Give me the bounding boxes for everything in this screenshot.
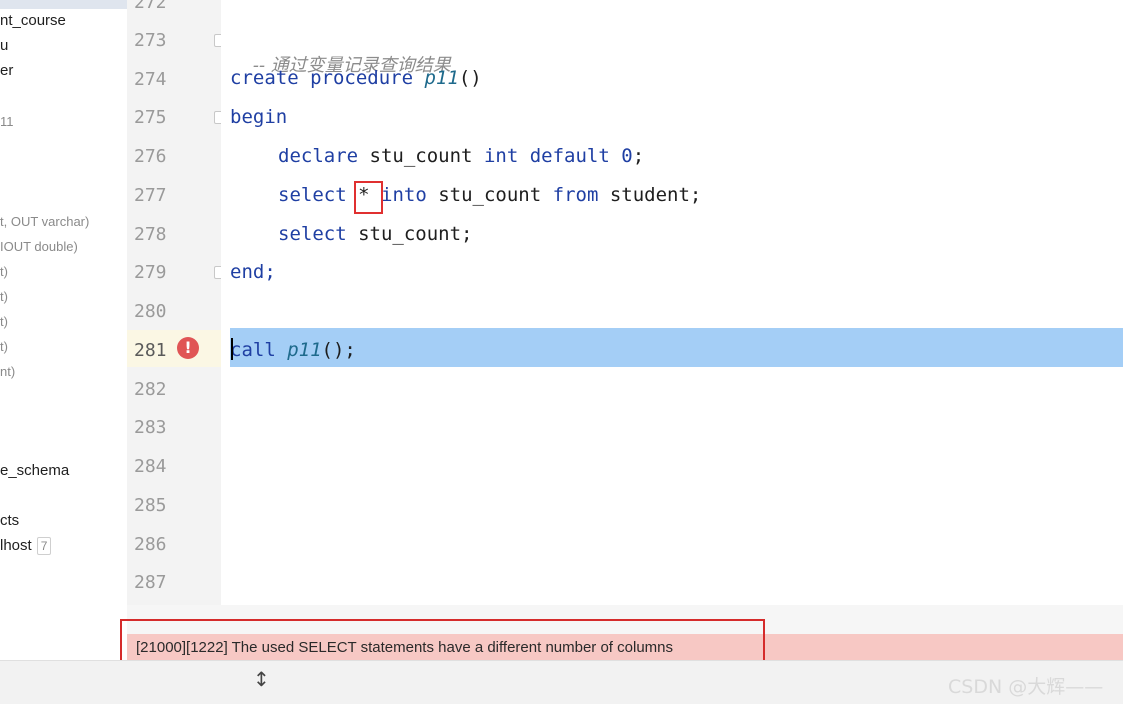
resize-handle-icon[interactable]: ↕ — [253, 667, 270, 691]
keyword: into — [381, 184, 427, 206]
keyword: declare — [278, 145, 359, 167]
tree-item-label: lhost — [0, 537, 32, 554]
line-number: 282 — [134, 379, 167, 400]
table-name: student; — [609, 184, 702, 206]
code-line-274: create procedure p11() — [230, 67, 482, 89]
keyword: select — [278, 184, 347, 206]
code-line-278: select stu_count; — [278, 223, 472, 245]
line-number: 275 — [134, 107, 167, 128]
keyword: create procedure — [230, 67, 414, 89]
variable: stu_count — [438, 184, 542, 206]
annotation-box-star — [354, 181, 383, 214]
punct: () — [458, 67, 482, 89]
code-line-277: select * into stu_count from student; — [278, 184, 701, 206]
keyword: select — [278, 223, 347, 245]
line-number: 286 — [134, 534, 167, 555]
tree-item[interactable]: er — [0, 62, 13, 79]
error-icon[interactable]: ! — [177, 337, 199, 359]
tree-item[interactable]: t, OUT varchar) — [0, 214, 89, 229]
line-number: 284 — [134, 456, 167, 477]
tree-item[interactable]: nt) — [0, 364, 15, 379]
line-number: 274 — [134, 69, 167, 90]
text-caret — [231, 338, 233, 360]
keyword: call — [230, 339, 276, 361]
number: 0 — [621, 145, 633, 167]
code-line-275: begin — [230, 106, 287, 128]
keyword: end; — [230, 261, 276, 283]
line-number: 276 — [134, 146, 167, 167]
tree-item[interactable]: t) — [0, 289, 8, 304]
line-number: 287 — [134, 572, 167, 593]
keyword: from — [552, 184, 599, 206]
line-number: 273 — [134, 30, 167, 51]
tree-item[interactable]: t) — [0, 264, 8, 279]
code-line-281: call p11(); — [230, 339, 356, 361]
tree-item-localhost[interactable]: lhost 7 — [0, 537, 52, 555]
tree-item[interactable]: IOUT double) — [0, 239, 78, 254]
selected-tree-item[interactable] — [0, 0, 127, 9]
tree-item[interactable]: 11 — [0, 114, 14, 129]
line-number: 285 — [134, 495, 167, 516]
count-badge: 7 — [36, 537, 52, 555]
punct: (); — [321, 339, 356, 361]
punct: ; — [632, 145, 645, 167]
line-number: 272 — [134, 0, 167, 13]
procedure-name: p11 — [424, 67, 459, 89]
project-tree-panel: nt_course u er 11 t, OUT varchar) IOUT d… — [0, 0, 127, 660]
line-number: 278 — [134, 224, 167, 245]
line-number: 279 — [134, 262, 167, 283]
variable: stu_count — [369, 145, 473, 167]
line-number: 283 — [134, 417, 167, 438]
selected-line-highlight — [230, 328, 1123, 367]
code-line-276: declare stu_count int default 0; — [278, 145, 644, 167]
line-number-gutter: 272 273 274 275 276 277 278 279 280 281 … — [127, 0, 221, 605]
procedure-name: p11 — [287, 339, 322, 361]
tree-item[interactable]: t) — [0, 314, 8, 329]
watermark: CSDN @大辉—— — [948, 676, 1104, 698]
keyword: begin — [230, 106, 288, 128]
keyword: int default — [483, 145, 610, 167]
code-line-279: end; — [230, 261, 276, 283]
tree-item[interactable]: e_schema — [0, 462, 69, 479]
tree-item[interactable]: u — [0, 37, 8, 54]
line-number: 280 — [134, 301, 167, 322]
tree-item[interactable]: t) — [0, 339, 8, 354]
line-number: 277 — [134, 185, 167, 206]
code-editor[interactable] — [221, 0, 1123, 605]
tree-item[interactable]: nt_course — [0, 12, 66, 29]
line-number-current: 281 — [134, 340, 167, 361]
tree-item[interactable]: cts — [0, 512, 19, 529]
variable: stu_count; — [358, 223, 473, 245]
